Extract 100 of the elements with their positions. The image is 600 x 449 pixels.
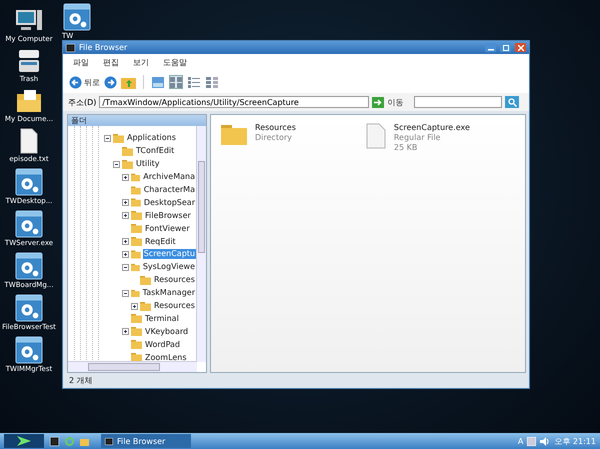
folder-up-icon[interactable] (121, 76, 136, 88)
tree-item[interactable]: CharacterMa (142, 185, 196, 195)
file-icon[interactable] (19, 128, 39, 154)
view-mode-button[interactable] (205, 75, 219, 89)
terminal-icon (66, 44, 75, 52)
collapse-icon[interactable] (113, 160, 120, 168)
tree-item[interactable]: FontViewer (144, 224, 191, 234)
back-button[interactable]: 뒤로 (69, 76, 100, 88)
folder-icon (131, 224, 142, 234)
view-mode-button[interactable] (169, 75, 183, 89)
folder-icon (140, 302, 151, 311)
expand-icon[interactable] (122, 199, 129, 206)
tree-item[interactable]: ReqEdit (144, 236, 177, 247)
back-icon (69, 76, 82, 88)
folder-icon (131, 186, 141, 194)
terminal-icon[interactable] (50, 436, 59, 446)
vertical-scrollbar[interactable] (196, 126, 206, 362)
folder-icon (131, 250, 141, 259)
file-size: 25 KB (394, 143, 418, 152)
view-mode-button[interactable] (187, 75, 201, 89)
file-name[interactable]: ScreenCapture.exe (394, 123, 470, 132)
tree-item[interactable]: ZoomLens (144, 352, 188, 363)
tree-item[interactable]: Utility (135, 159, 161, 170)
menu-item[interactable]: 파일 (73, 57, 89, 68)
taskbar-window-button[interactable]: File Browser (101, 434, 191, 448)
folder-icon (131, 237, 142, 246)
horizontal-scrollbar[interactable] (68, 361, 197, 372)
arrow-icon (17, 436, 31, 446)
address-field[interactable]: /TmaxWindow/Applications/Utility/ScreenCapture (99, 96, 370, 108)
expand-icon[interactable] (122, 250, 129, 258)
speaker-icon[interactable] (540, 436, 550, 446)
search-button[interactable] (505, 96, 520, 108)
folder-icon (131, 211, 142, 220)
menu-item[interactable]: 도움말 (163, 57, 187, 68)
tree-item[interactable]: TConfEdit (135, 146, 176, 156)
expand-icon[interactable] (122, 174, 129, 181)
tree-item[interactable]: VKeyboard (144, 326, 190, 337)
folder-icon[interactable] (16, 88, 42, 114)
app-gear-icon[interactable] (15, 294, 43, 322)
expand-icon[interactable] (122, 212, 129, 220)
tree-item[interactable]: Applications (126, 133, 177, 144)
view-icon (152, 76, 164, 88)
close-icon (518, 44, 524, 50)
folder-icon (131, 198, 141, 208)
close-button[interactable] (515, 43, 526, 52)
tree-item[interactable]: SysLogViewe (142, 262, 196, 272)
app-gear-icon[interactable] (15, 210, 43, 238)
forward-icon[interactable] (104, 76, 117, 88)
tree-item[interactable]: Resources (153, 275, 196, 286)
collapse-icon[interactable] (122, 290, 129, 297)
search-icon (508, 98, 517, 106)
terminal-icon (105, 438, 113, 444)
folder-icon (131, 262, 140, 272)
folder-icon (131, 314, 142, 324)
menu-item[interactable]: 보기 (133, 57, 149, 68)
trash-icon[interactable] (17, 48, 41, 74)
folder-icon (122, 160, 133, 169)
folder-icon (131, 340, 142, 350)
app-gear-icon[interactable] (15, 168, 43, 196)
window-title: File Browser (79, 43, 128, 52)
collapse-icon[interactable] (122, 264, 129, 271)
menu-item[interactable]: 편집 (103, 57, 119, 68)
app-gear-icon[interactable] (63, 3, 91, 31)
expand-icon[interactable] (122, 238, 129, 246)
file-type: Directory (255, 133, 293, 142)
arrow-icon (372, 96, 384, 108)
clock: 오후 21:11 (554, 436, 596, 446)
tree-item[interactable]: TaskManager (142, 288, 196, 298)
search-field[interactable] (414, 96, 502, 108)
start-button[interactable] (4, 434, 44, 448)
tree-item[interactable]: DesktopSear (142, 198, 196, 208)
app-gear-icon[interactable] (15, 252, 43, 280)
tree-item[interactable]: WordPad (144, 340, 182, 350)
folder-icon (122, 146, 133, 156)
expand-icon[interactable] (131, 302, 138, 310)
folder-icon (131, 172, 140, 182)
tree-item[interactable]: Terminal (144, 314, 180, 324)
maximize-icon (502, 44, 508, 50)
view-icon (206, 76, 218, 88)
status-text: 2 개체 (69, 375, 93, 386)
expand-icon[interactable] (122, 328, 129, 336)
address-label: 주소(D) (68, 96, 96, 108)
tree-item[interactable]: Resources (153, 301, 196, 312)
minimize-button[interactable] (485, 43, 496, 52)
tree-header: 폴더 (68, 115, 206, 126)
app-gear-icon[interactable] (15, 336, 43, 364)
file-name[interactable]: Resources (255, 123, 296, 132)
folder-icon (113, 134, 124, 143)
view-icon (170, 76, 182, 88)
file-type: Regular File (394, 133, 442, 142)
collapse-icon[interactable] (104, 134, 111, 142)
folder-icon (131, 327, 142, 336)
view-mode-button[interactable] (151, 75, 165, 89)
maximize-button[interactable] (500, 43, 511, 52)
tree-item[interactable]: FileBrowser (144, 210, 192, 221)
folder-icon (140, 276, 151, 285)
tree-item[interactable]: ArchiveMana (142, 172, 196, 182)
go-button[interactable]: 이동 (372, 96, 404, 108)
view-icon (188, 76, 200, 88)
folder-icon (131, 288, 140, 298)
